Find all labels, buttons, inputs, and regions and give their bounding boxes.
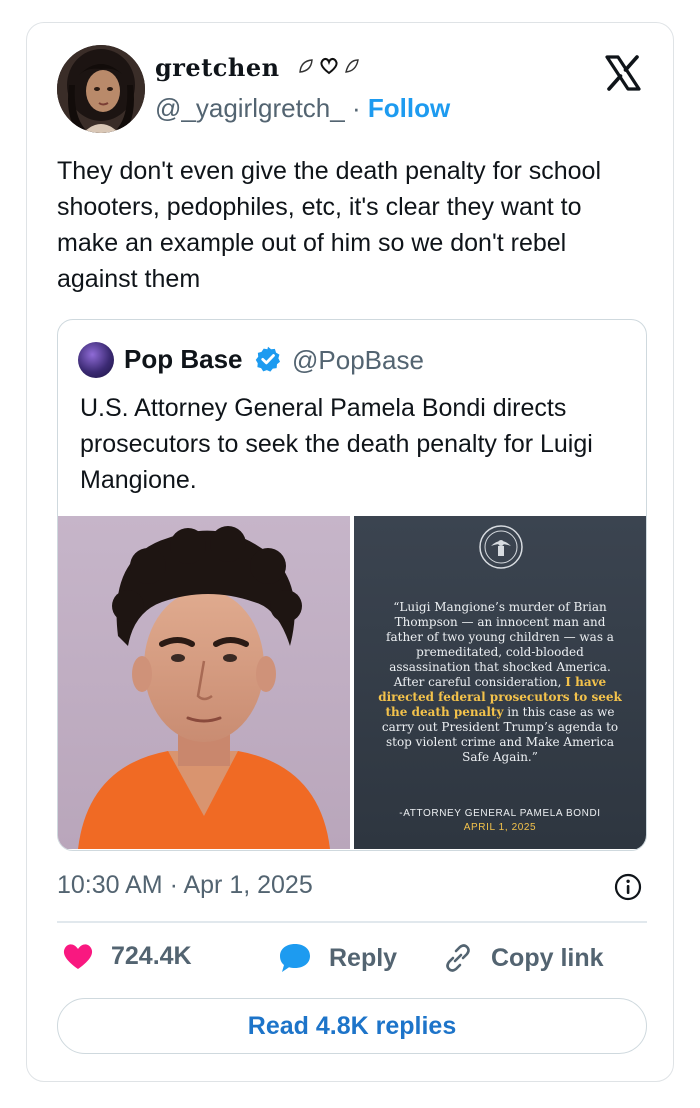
statement-graphic[interactable]: “Luigi Mangione’s murder of Brian Thomps…: [354, 516, 646, 849]
statement-quote: “Luigi Mangione’s murder of Brian Thomps…: [376, 600, 624, 765]
quoted-author-handle[interactable]: @PopBase: [292, 345, 424, 376]
separator-dot: ·: [351, 93, 361, 123]
quoted-tweet-media[interactable]: “Luigi Mangione’s murder of Brian Thomps…: [58, 516, 646, 849]
leaf-icon: [299, 59, 313, 73]
x-logo-icon[interactable]: [603, 53, 643, 93]
link-icon: [446, 944, 470, 972]
heart-icon: [63, 944, 93, 969]
action-bar: 724.4K Reply Copy link: [57, 941, 647, 981]
quoted-author-avatar[interactable]: [78, 342, 114, 378]
divider: [57, 921, 647, 923]
copy-link-label: Copy link: [491, 943, 604, 972]
like-count: 724.4K: [111, 941, 192, 970]
verified-badge-icon: [255, 346, 281, 372]
author-handle[interactable]: @_yagirlgretch_: [155, 93, 345, 123]
embedded-tweet-card: gretchen @_yagirlgretch_ · Follow They d…: [26, 22, 674, 1082]
copy-link-button[interactable]: Copy link: [441, 941, 604, 975]
mugshot-photo[interactable]: [58, 516, 350, 849]
statement-date: APRIL 1, 2025: [463, 822, 537, 833]
quoted-tweet-text: U.S. Attorney General Pamela Bondi direc…: [80, 394, 593, 494]
reply-button[interactable]: Reply: [277, 941, 397, 975]
reply-bubble-icon: [280, 944, 310, 972]
doj-seal-icon: [479, 525, 523, 569]
read-replies-button[interactable]: Read 4.8K replies: [57, 998, 647, 1054]
statement-attribution: -ATTORNEY GENERAL PAMELA BONDI: [399, 808, 601, 819]
follow-link[interactable]: Follow: [368, 93, 450, 123]
leaf-icon: [345, 59, 359, 73]
reply-label: Reply: [329, 943, 398, 972]
tweet-text: They don't even give the death penalty f…: [57, 157, 602, 293]
quoted-author-name[interactable]: Pop Base: [124, 344, 243, 375]
author-display-name[interactable]: gretchen: [155, 53, 280, 82]
heart-outline-icon: [320, 57, 338, 75]
quoted-tweet[interactable]: Pop Base @PopBase U.S. Attorney General …: [57, 319, 647, 851]
author-avatar[interactable]: [57, 45, 145, 133]
tweet-timestamp[interactable]: 10:30 AM · Apr 1, 2025: [57, 871, 313, 900]
name-decoration: [297, 57, 361, 75]
author-handle-line: @_yagirlgretch_ · Follow: [155, 93, 450, 124]
like-button[interactable]: 724.4K: [61, 941, 192, 971]
info-icon[interactable]: [613, 872, 643, 902]
